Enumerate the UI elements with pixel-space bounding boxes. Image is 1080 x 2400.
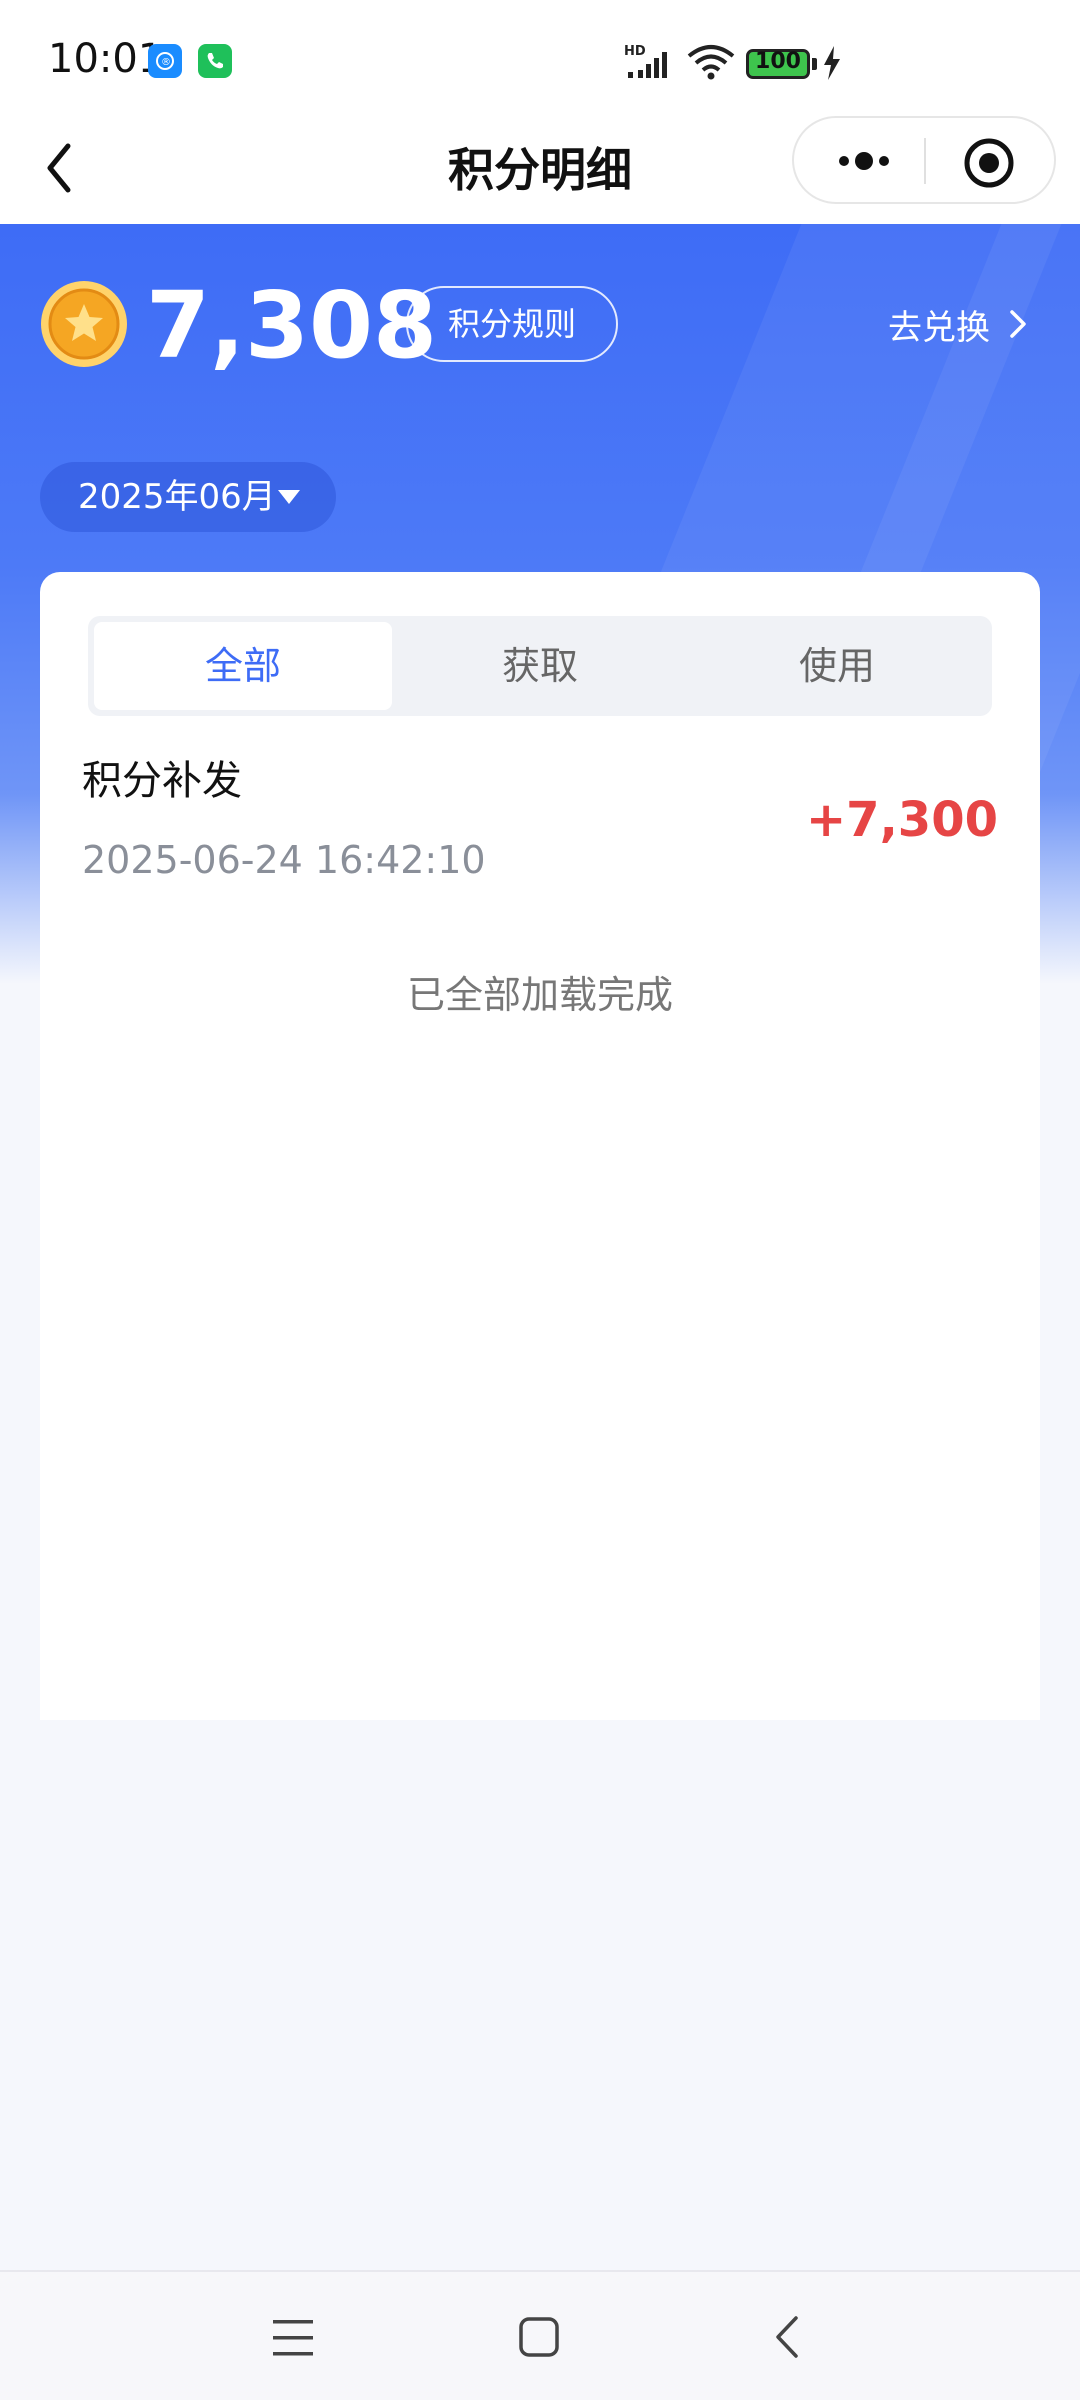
exchange-link[interactable]: 去兑换 (888, 300, 990, 349)
month-value: 2025年06月 (78, 477, 276, 517)
tab-all[interactable]: 全部 (94, 622, 392, 710)
status-bar: 10:01 ® HD 100 (0, 0, 1080, 112)
nav-bar: 积分明细 (0, 112, 1080, 224)
capsule-divider (924, 138, 926, 184)
svg-text:®: ® (161, 57, 171, 68)
points-total: 7,308 (146, 272, 438, 379)
records-card: 全部 获取 使用 积分补发 2025-06-24 16:42:10 +7,300… (40, 572, 1040, 1720)
coin-star-icon (41, 281, 127, 367)
wifi-icon (687, 45, 735, 80)
battery-level: 100 (755, 49, 801, 74)
phone-app-icon (198, 44, 232, 78)
more-dots-icon[interactable] (814, 136, 914, 186)
notification-app-icon: ® (148, 44, 182, 78)
home-icon[interactable] (518, 2316, 560, 2358)
nav-back-icon[interactable] (772, 2314, 802, 2360)
caret-down-icon (278, 490, 300, 504)
system-navigation-bar (0, 2270, 1080, 2400)
points-rules-button[interactable]: 积分规则 (406, 286, 618, 362)
month-picker[interactable]: 2025年06月 (40, 462, 336, 532)
record-amount: +7,300 (805, 792, 998, 848)
record-title: 积分补发 (82, 758, 242, 804)
tab-earn[interactable]: 获取 (391, 622, 689, 710)
battery-cap (812, 58, 817, 70)
record-time: 2025-06-24 16:42:10 (82, 838, 486, 882)
record-tabs: 全部 获取 使用 (88, 616, 992, 716)
network-label: HD (624, 44, 646, 59)
list-item[interactable]: 积分补发 2025-06-24 16:42:10 +7,300 (40, 748, 1040, 908)
charging-icon (824, 46, 840, 80)
target-icon[interactable] (962, 136, 1016, 190)
signal-icon: HD (624, 44, 667, 78)
battery-icon: 100 (746, 49, 810, 79)
chevron-right-icon[interactable] (1006, 308, 1030, 340)
list-footer: 已全部加载完成 (406, 973, 673, 1017)
menu-icon[interactable] (272, 2318, 314, 2358)
status-time: 10:01 (48, 36, 164, 82)
tab-use[interactable]: 使用 (688, 622, 986, 710)
mini-program-capsule (792, 116, 1056, 204)
